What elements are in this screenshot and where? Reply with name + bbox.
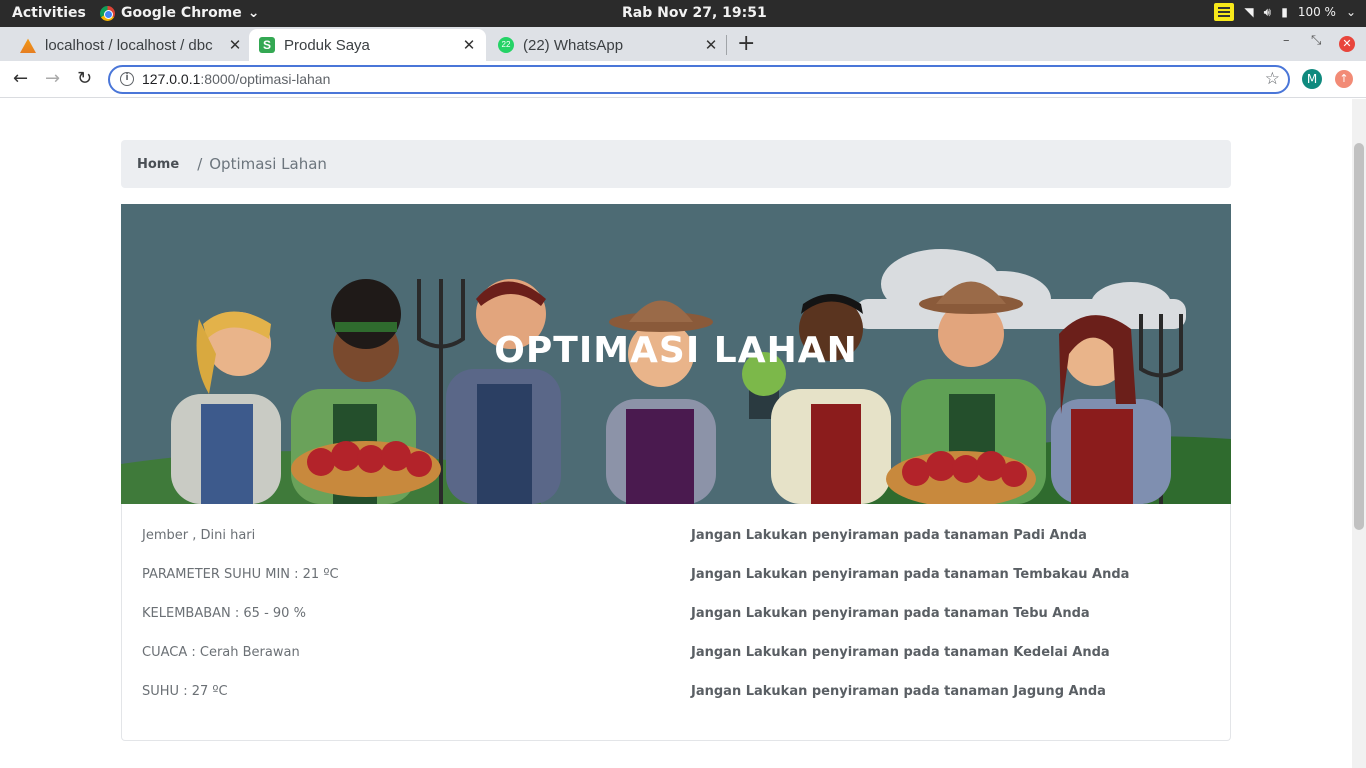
temperature-text: SUHU : 27 ºC: [142, 684, 228, 699]
scrollbar-thumb[interactable]: [1354, 143, 1364, 530]
profile-avatar[interactable]: M: [1302, 69, 1322, 89]
chrome-icon: [100, 5, 115, 21]
reload-button[interactable]: ↻: [77, 68, 92, 89]
phpmyadmin-icon: [20, 38, 36, 53]
back-button[interactable]: ←: [13, 68, 28, 89]
bookmark-star-icon[interactable]: ☆: [1265, 69, 1280, 89]
tab-separator: [726, 35, 727, 55]
recommendation-item: Jangan Lakukan penyiraman pada tanaman P…: [691, 528, 1087, 543]
tab-produk-saya[interactable]: S Produk Saya ✕: [249, 29, 486, 61]
location-text: Jember , Dini hari: [142, 528, 256, 543]
whatsapp-icon: 22: [498, 37, 514, 53]
hero-banner: OPTIMASI LAHAN: [121, 204, 1231, 504]
weather-info: Jember , Dini hari PARAMETER SUHU MIN : …: [142, 528, 339, 723]
restore-icon[interactable]: ⤡: [1311, 33, 1321, 48]
minimize-icon[interactable]: –: [1283, 33, 1290, 48]
tab-strip: localhost / localhost / dbc ✕ S Produk S…: [0, 27, 1366, 61]
system-tray[interactable]: ◥ 🔊︎ ▮ 100 % ⌄: [1214, 3, 1356, 21]
breadcrumb-current: Optimasi Lahan: [209, 155, 327, 173]
browser-toolbar: ← → ↻ i 127.0.0.1:8000/optimasi-lahan ☆ …: [0, 61, 1366, 98]
tab-title: Produk Saya: [284, 36, 370, 54]
close-icon[interactable]: ✕: [460, 36, 478, 54]
tab-whatsapp[interactable]: 22 (22) WhatsApp ✕: [498, 29, 720, 61]
clock[interactable]: Rab Nov 27, 19:51: [622, 5, 767, 21]
recommendation-item: Jangan Lakukan penyiraman pada tanaman T…: [691, 606, 1090, 621]
humidity-text: KELEMBABAN : 65 - 90 %: [142, 606, 306, 621]
notes-icon[interactable]: [1214, 3, 1235, 21]
info-icon[interactable]: i: [120, 72, 134, 86]
tab-title: localhost / localhost / dbc: [45, 36, 213, 54]
app-menu[interactable]: Google Chrome ⌄: [100, 5, 260, 21]
shopify-icon: S: [259, 37, 275, 53]
info-card: Jember , Dini hari PARAMETER SUHU MIN : …: [121, 504, 1231, 741]
battery-level: 100 %: [1297, 5, 1336, 19]
new-tab-button[interactable]: +: [737, 31, 755, 56]
chevron-down-icon: ⌄: [247, 5, 260, 21]
weather-text: CUACA : Cerah Berawan: [142, 645, 300, 660]
activities-button[interactable]: Activities: [12, 5, 86, 21]
recommendation-item: Jangan Lakukan penyiraman pada tanaman J…: [691, 684, 1106, 699]
system-top-bar: Activities Google Chrome ⌄ Rab Nov 27, 1…: [0, 0, 1366, 27]
close-icon[interactable]: ✕: [702, 36, 720, 54]
page-scrollbar[interactable]: [1352, 99, 1366, 768]
wifi-icon: ◥: [1244, 5, 1254, 19]
address-bar[interactable]: i 127.0.0.1:8000/optimasi-lahan ☆: [108, 65, 1290, 94]
window-close-button[interactable]: ✕: [1339, 36, 1355, 52]
volume-icon: 🔊︎: [1263, 4, 1272, 19]
forward-button[interactable]: →: [45, 68, 60, 89]
battery-icon: ▮: [1281, 5, 1288, 19]
breadcrumb-home-link[interactable]: Home: [137, 157, 179, 172]
recommendation-item: Jangan Lakukan penyiraman pada tanaman K…: [691, 645, 1110, 660]
update-icon[interactable]: ↑: [1335, 70, 1353, 88]
tab-title: (22) WhatsApp: [523, 36, 624, 54]
breadcrumb-separator: /: [197, 155, 203, 173]
recommendation-item: Jangan Lakukan penyiraman pada tanaman T…: [691, 567, 1130, 582]
tab-phpmyadmin[interactable]: localhost / localhost / dbc ✕: [18, 29, 244, 61]
hero-title: OPTIMASI LAHAN: [494, 330, 858, 371]
close-icon[interactable]: ✕: [226, 36, 244, 54]
min-temp-text: PARAMETER SUHU MIN : 21 ºC: [142, 567, 339, 582]
breadcrumb: Home / Optimasi Lahan: [121, 140, 1231, 188]
chevron-down-icon: ⌄: [1345, 5, 1356, 19]
url-text[interactable]: 127.0.0.1:8000/optimasi-lahan: [142, 71, 330, 87]
page-viewport: Home / Optimasi Lahan OPTIMASI LAHAN Jem…: [0, 99, 1366, 768]
app-menu-label: Google Chrome: [121, 5, 242, 21]
recommendations: Jangan Lakukan penyiraman pada tanaman P…: [691, 528, 1129, 723]
